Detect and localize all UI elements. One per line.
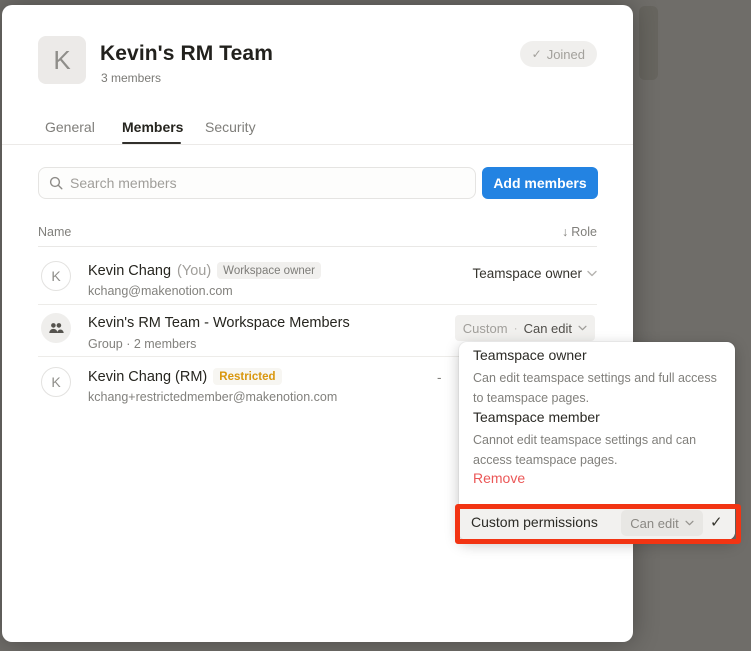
member-name-line: Kevin Chang (You) Workspace owner	[88, 262, 321, 279]
role-custom-label: Custom	[463, 321, 508, 336]
table-header-divider	[38, 246, 597, 247]
custom-permissions-level-select[interactable]: Can edit	[621, 510, 703, 536]
row-divider	[38, 304, 597, 305]
custom-permissions-label: Custom permissions	[471, 514, 598, 530]
member-avatar-letter: K	[51, 374, 60, 390]
member-avatar-letter: K	[51, 268, 60, 284]
group-subtitle: Group · 2 members	[88, 337, 196, 351]
workspace-owner-badge: Workspace owner	[217, 262, 321, 279]
search-icon	[49, 176, 63, 190]
tab-members[interactable]: Members	[122, 119, 183, 135]
member-avatar: K	[41, 261, 71, 291]
role-column-label: Role	[571, 225, 597, 239]
sort-descending-icon: ↓	[562, 225, 568, 239]
screen-backdrop: K Kevin's RM Team 3 members ✓ Joined Gen…	[0, 0, 751, 651]
role-dropdown-menu: Teamspace owner Can edit teamspace setti…	[459, 342, 735, 540]
joined-badge[interactable]: ✓ Joined	[520, 41, 597, 67]
menu-option-remove[interactable]: Remove	[473, 470, 525, 486]
joined-badge-label: Joined	[547, 47, 585, 62]
search-members-box[interactable]	[38, 167, 476, 199]
role-select-teamspace-owner[interactable]: Teamspace owner	[472, 266, 597, 281]
group-avatar	[41, 313, 71, 343]
member-name: Kevin Chang	[88, 263, 171, 279]
role-value: Teamspace owner	[472, 266, 582, 281]
menu-option-teamspace-member[interactable]: Teamspace member	[473, 409, 600, 425]
group-name: Kevin's RM Team - Workspace Members	[88, 315, 350, 331]
group-name-line: Kevin's RM Team - Workspace Members	[88, 315, 350, 331]
check-icon: ✓	[532, 47, 542, 61]
selected-check-icon: ✓	[710, 513, 723, 531]
role-separator-dot: ·	[514, 321, 518, 335]
tab-security[interactable]: Security	[205, 119, 256, 135]
search-members-input[interactable]	[70, 175, 465, 191]
add-members-button[interactable]: Add members	[482, 167, 598, 199]
member-email: kchang@makenotion.com	[88, 284, 233, 298]
background-dimmed-card	[639, 6, 658, 80]
teamspace-avatar: K	[38, 36, 86, 84]
tab-general[interactable]: General	[45, 119, 95, 135]
you-suffix: (You)	[177, 263, 211, 279]
member-name: Kevin Chang (RM)	[88, 369, 207, 385]
member-email: kchang+restrictedmember@makenotion.com	[88, 390, 337, 404]
role-level-label: Can edit	[524, 321, 572, 336]
member-name-line: Kevin Chang (RM) Restricted	[88, 368, 282, 385]
role-select-custom-can-edit[interactable]: Custom · Can edit	[455, 315, 595, 341]
menu-option-custom-permissions[interactable]: Custom permissions Can edit ✓	[459, 505, 735, 540]
tabs-divider	[2, 144, 633, 145]
teamspace-settings-dialog: K Kevin's RM Team 3 members ✓ Joined Gen…	[2, 5, 633, 642]
name-column-header: Name	[38, 225, 71, 239]
chevron-down-icon	[685, 520, 694, 526]
menu-option-description: Cannot edit teamspace settings and can a…	[473, 430, 727, 470]
teamspace-avatar-letter: K	[53, 45, 70, 76]
chevron-down-icon	[587, 270, 597, 277]
custom-permissions-level-value: Can edit	[630, 516, 678, 531]
member-avatar: K	[41, 367, 71, 397]
partially-covered-role-text: -	[437, 370, 442, 385]
chevron-down-icon	[578, 325, 587, 331]
people-group-icon	[48, 321, 64, 335]
menu-option-description: Can edit teamspace settings and full acc…	[473, 368, 727, 408]
role-column-header[interactable]: ↓ Role	[562, 225, 597, 239]
member-count: 3 members	[101, 71, 161, 85]
menu-option-teamspace-owner[interactable]: Teamspace owner	[473, 347, 587, 363]
restricted-badge: Restricted	[213, 368, 281, 385]
teamspace-title: Kevin's RM Team	[100, 42, 273, 66]
